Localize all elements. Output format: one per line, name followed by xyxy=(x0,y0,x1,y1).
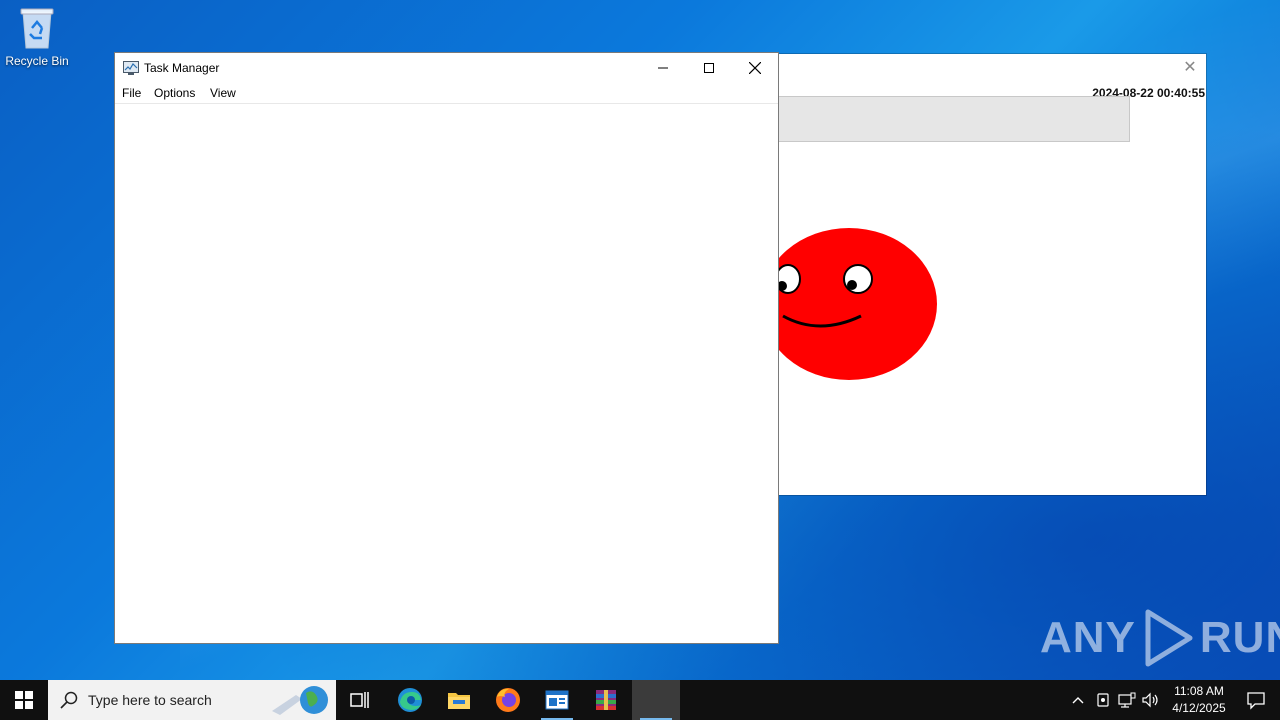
menu-bar: File Options View xyxy=(115,83,778,104)
menu-view[interactable]: View xyxy=(210,86,236,100)
search-box[interactable]: Type here to search xyxy=(48,680,336,720)
prank-app-button[interactable] xyxy=(533,680,581,720)
recycle-bin-shortcut[interactable]: Recycle Bin xyxy=(4,6,70,68)
gray-banner xyxy=(779,96,1130,142)
close-icon xyxy=(749,62,761,74)
edge-button[interactable] xyxy=(386,680,434,720)
search-highlight-icon xyxy=(272,686,328,715)
menu-options[interactable]: Options xyxy=(154,86,195,100)
search-placeholder: Type here to search xyxy=(88,692,212,708)
notifications-button[interactable] xyxy=(1246,690,1266,710)
smiley-face-image xyxy=(779,228,937,380)
speaker-icon xyxy=(1142,692,1158,708)
tray-device-icon xyxy=(1097,693,1109,707)
task-manager-window[interactable]: Task Manager File Options View xyxy=(114,52,779,644)
folder-icon xyxy=(448,693,470,709)
search-icon xyxy=(60,691,78,709)
firefox-button[interactable] xyxy=(484,680,532,720)
maximize-icon xyxy=(704,63,714,73)
clock-date: 4/12/2025 xyxy=(1172,701,1226,715)
tray-app-button[interactable] xyxy=(1092,680,1114,720)
chevron-up-icon xyxy=(1072,697,1084,704)
recycle-bin-label: Recycle Bin xyxy=(5,54,69,68)
firefox-icon xyxy=(496,688,520,712)
taskbar: Type here to search 11:08 AM 4/12/2025 xyxy=(0,680,1280,720)
start-button[interactable] xyxy=(0,680,48,720)
winrar-icon xyxy=(596,690,616,710)
clock[interactable]: 11:08 AM 4/12/2025 xyxy=(1164,683,1234,717)
notification-icon xyxy=(1247,692,1265,710)
window-title: Task Manager xyxy=(144,61,220,75)
task-view-button[interactable] xyxy=(336,680,384,720)
task-view-icon xyxy=(350,692,369,708)
volume-button[interactable] xyxy=(1140,680,1162,720)
windows-logo-icon xyxy=(15,691,33,709)
winrar-button[interactable] xyxy=(582,680,630,720)
app-window-icon xyxy=(545,690,569,710)
recycle-bin-icon xyxy=(17,6,57,50)
file-explorer-button[interactable] xyxy=(435,680,483,720)
anyrun-watermark: ANY RUN xyxy=(1040,608,1280,668)
active-app-button[interactable] xyxy=(632,680,680,720)
play-logo-icon xyxy=(1145,609,1193,667)
clock-time: 11:08 AM xyxy=(1174,684,1224,698)
edge-icon xyxy=(398,688,422,712)
watermark-text-left: ANY xyxy=(1040,613,1136,662)
title-bar[interactable]: Task Manager xyxy=(115,53,778,83)
minimize-button[interactable] xyxy=(640,53,686,83)
network-icon xyxy=(1118,692,1136,708)
background-window[interactable]: ✕ 2024-08-22 00:40:55 xyxy=(779,54,1206,495)
close-icon[interactable]: ✕ xyxy=(1182,60,1198,76)
show-hidden-icons-button[interactable] xyxy=(1066,680,1090,720)
maximize-button[interactable] xyxy=(686,53,732,83)
watermark-text-right: RUN xyxy=(1199,613,1280,662)
task-manager-icon xyxy=(123,61,139,75)
task-manager-content xyxy=(115,104,778,643)
minimize-icon xyxy=(658,67,668,69)
menu-file[interactable]: File xyxy=(122,86,141,100)
close-button[interactable] xyxy=(732,53,778,83)
network-button[interactable] xyxy=(1116,680,1138,720)
